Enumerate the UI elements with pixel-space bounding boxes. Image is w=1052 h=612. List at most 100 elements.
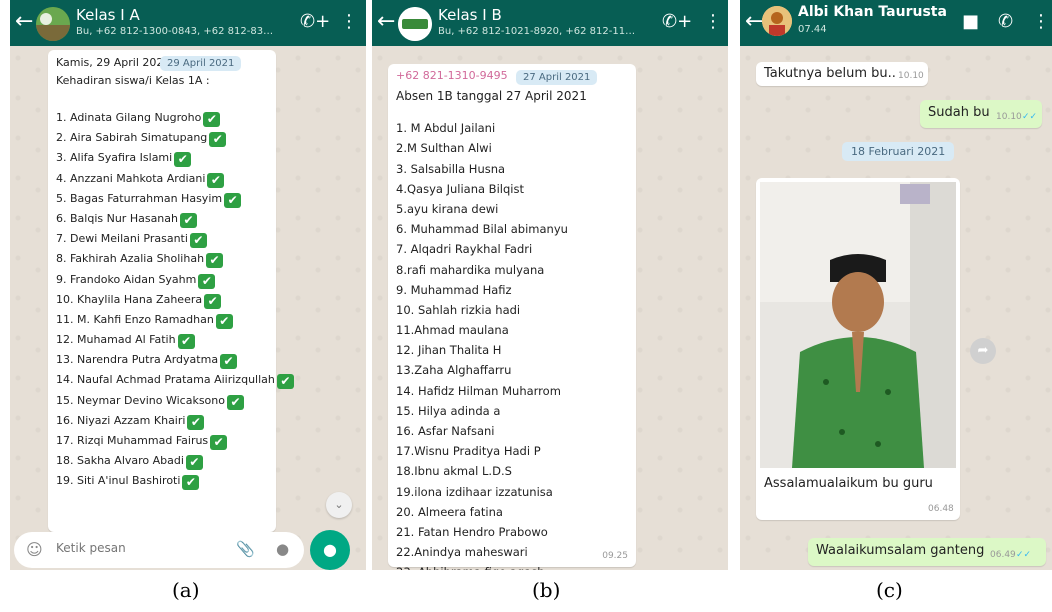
video-call-icon[interactable]: ■ bbox=[962, 12, 979, 32]
student-row: 19.ilona izdihaar izzatunisa bbox=[396, 484, 553, 499]
checkmark-icon: ✔ bbox=[224, 192, 242, 208]
student-list: 1. Adinata Gilang Nugroho ✔ 2. Aira Sabira… bbox=[56, 108, 294, 492]
checkmark-icon: ✔ bbox=[180, 212, 197, 228]
avatar-image-icon bbox=[398, 7, 432, 41]
forward-icon[interactable]: ➦ bbox=[970, 338, 996, 364]
student-name: 14. Naufal Achmad Pratama Aiirizqullah bbox=[56, 373, 275, 387]
more-menu-icon[interactable]: ⋮ bbox=[1032, 12, 1050, 32]
message-heading: Absen 1B tanggal 27 April 2021 bbox=[396, 89, 587, 103]
student-row: 8.rafi mahardika mulyana bbox=[396, 262, 545, 277]
photo-message[interactable]: Assalamualaikum bu guru 06.48 bbox=[756, 178, 960, 520]
student-row: 18.Ibnu akmal L.D.S bbox=[396, 464, 512, 479]
student-name: 19. Siti A'inul Bashiroti bbox=[56, 474, 181, 488]
sent-message: Waalaikumsalam ganteng 06.49 ✓✓ bbox=[808, 538, 1046, 566]
scroll-down-icon[interactable]: ⌄ bbox=[326, 492, 352, 518]
student-row: 14. Hafidz Hilman Muharrom bbox=[396, 383, 561, 398]
attendance-message: Kamis, 29 April 2021 Kehadiran siswa/i Ke… bbox=[48, 50, 294, 532]
checkmark-icon: ✔ bbox=[210, 435, 228, 450]
student-row: 20. Almeera fatina bbox=[396, 504, 503, 519]
caption-a: (a) bbox=[172, 578, 200, 602]
student-row: 19. Siti A'inul Bashiroti ✔ bbox=[56, 471, 268, 491]
attach-icon[interactable]: 📎 bbox=[236, 540, 255, 558]
student-row: 14. Naufal Achmad Pratama Aiirizqullah ✔ bbox=[56, 370, 294, 390]
voice-message-button[interactable]: ● bbox=[310, 530, 350, 570]
student-row: 10. Khaylila Hana Zaheera ✔ bbox=[56, 290, 268, 310]
received-message: Takutnya belum bu.. 10.10 bbox=[756, 62, 928, 86]
chat-header[interactable]: ← Kelas I B Bu, +62 812-1021-8920, +62 8… bbox=[372, 0, 728, 46]
avatar-image-icon bbox=[762, 6, 792, 36]
student-row: 23. Abhibrama figo agash bbox=[396, 562, 628, 570]
student-row: 12. Muhamad Al Fatih ✔ bbox=[56, 330, 268, 350]
student-row: 9. Muhammad Hafiz bbox=[396, 282, 512, 297]
group-avatar[interactable] bbox=[36, 7, 70, 41]
chat-participants: Bu, +62 812-1300-0843, +62 812-8393-16..… bbox=[76, 26, 276, 37]
back-arrow-icon[interactable]: ← bbox=[377, 10, 395, 34]
student-name: 17. Rizqi Muhammad Fairus bbox=[56, 434, 209, 447]
student-name: 10. Khaylila Hana Zaheera bbox=[56, 292, 203, 306]
caption-c: (c) bbox=[876, 578, 903, 602]
checkmark-icon: ✔ bbox=[220, 354, 238, 370]
student-name: 12. Muhamad Al Fatih bbox=[56, 333, 176, 347]
read-ticks-icon: ✓✓ bbox=[1016, 550, 1032, 560]
message-time: 06.48 bbox=[928, 504, 954, 514]
checkmark-icon: ✔ bbox=[207, 172, 225, 188]
message-text: Takutnya belum bu.. bbox=[764, 66, 896, 81]
student-row: 17.Wisnu Praditya Hadi P bbox=[396, 444, 541, 459]
student-row: 11. M. Kahfi Enzo Ramadhan ✔ bbox=[56, 310, 268, 330]
message-time: 10.10 bbox=[898, 71, 924, 81]
student-name: 18. Sakha Alvaro Abadi bbox=[56, 454, 184, 468]
add-call-icon[interactable]: ✆+ bbox=[300, 12, 330, 32]
student-row: 6. Muhammad Bilal abimanyu bbox=[396, 222, 568, 237]
student-row: 16. Niyazi Azzam Khairi ✔ bbox=[56, 411, 268, 431]
date-chip: 29 April 2021 bbox=[160, 56, 242, 71]
student-row: 3. Alifa Syafira Islami ✔ bbox=[56, 148, 268, 168]
emoji-icon[interactable]: ☺ bbox=[26, 540, 43, 559]
student-row: 17. Rizqi Muhammad Fairus ✔ bbox=[56, 431, 268, 451]
more-menu-icon[interactable]: ⋮ bbox=[340, 12, 358, 32]
chat-panel-a: ← Kelas I A Bu, +62 812-1300-0843, +62 8… bbox=[10, 0, 366, 570]
student-row: 22.Anindya maheswari bbox=[396, 545, 528, 560]
chat-title: Kelas I A bbox=[76, 6, 140, 24]
student-row: 18. Sakha Alvaro Abadi ✔ bbox=[56, 451, 268, 471]
student-row: 13.Zaha Alghaffarru bbox=[396, 363, 512, 378]
student-row: 2.M Sulthan Alwi bbox=[396, 141, 492, 156]
checkmark-icon: ✔ bbox=[276, 374, 294, 390]
microphone-icon: ● bbox=[323, 540, 337, 559]
checkmark-icon: ✔ bbox=[203, 112, 221, 127]
chat-panel-c: ← Albi Khan Taurusta 07.44 ■ ✆ ⋮ Takutny… bbox=[740, 0, 1052, 570]
back-arrow-icon[interactable]: ← bbox=[745, 10, 763, 34]
chat-title: Kelas I B bbox=[438, 6, 502, 24]
add-call-icon[interactable]: ✆+ bbox=[662, 12, 692, 32]
student-photo[interactable] bbox=[760, 182, 956, 468]
message-input[interactable] bbox=[54, 540, 208, 556]
checkmark-icon: ✔ bbox=[185, 455, 203, 471]
student-row: 1. Adinata Gilang Nugroho ✔ bbox=[56, 108, 268, 128]
checkmark-icon: ✔ bbox=[209, 132, 227, 148]
student-row: 15. Neymar Devino Wicaksono ✔ bbox=[56, 391, 268, 411]
message-time: 06.49 bbox=[990, 550, 1016, 560]
back-arrow-icon[interactable]: ← bbox=[15, 10, 33, 34]
voice-call-icon[interactable]: ✆ bbox=[998, 12, 1013, 32]
camera-icon[interactable]: ● bbox=[276, 540, 289, 558]
checkmark-icon: ✔ bbox=[182, 475, 200, 491]
chat-header[interactable]: ← Albi Khan Taurusta 07.44 ■ ✆ ⋮ bbox=[740, 0, 1052, 46]
student-row: 5. Bagas Faturrahman Hasyim ✔ bbox=[56, 189, 268, 209]
chat-header[interactable]: ← Kelas I A Bu, +62 812-1300-0843, +62 8… bbox=[10, 0, 366, 46]
student-row: 6. Balqis Nur Hasanah ✔ bbox=[56, 209, 268, 229]
attendance-message: +62 821-1310-9495 Absen 1B tanggal 27 Ap… bbox=[388, 64, 636, 570]
student-name: 6. Balqis Nur Hasanah bbox=[56, 211, 178, 225]
caption-b: (b) bbox=[532, 578, 561, 602]
student-name: 16. Niyazi Azzam Khairi bbox=[56, 413, 186, 427]
message-input-bar[interactable]: ☺ 📎 ● bbox=[14, 532, 304, 568]
avatar-image-icon bbox=[36, 7, 70, 41]
student-row: 13. Narendra Putra Ardyatma ✔ bbox=[56, 350, 268, 370]
more-menu-icon[interactable]: ⋮ bbox=[704, 12, 722, 32]
group-avatar[interactable] bbox=[398, 7, 432, 41]
student-row: 15. Hilya adinda a bbox=[396, 403, 501, 418]
student-row: 4. Anzzani Mahkota Ardiani ✔ bbox=[56, 169, 268, 189]
student-name: 11. M. Kahfi Enzo Ramadhan bbox=[56, 312, 214, 326]
student-name: 9. Frandoko Aidan Syahm bbox=[56, 272, 197, 286]
student-name: 3. Alifa Syafira Islami bbox=[56, 151, 173, 165]
student-row: 7. Dewi Meilani Prasanti ✔ bbox=[56, 229, 268, 249]
contact-avatar[interactable] bbox=[762, 6, 792, 36]
